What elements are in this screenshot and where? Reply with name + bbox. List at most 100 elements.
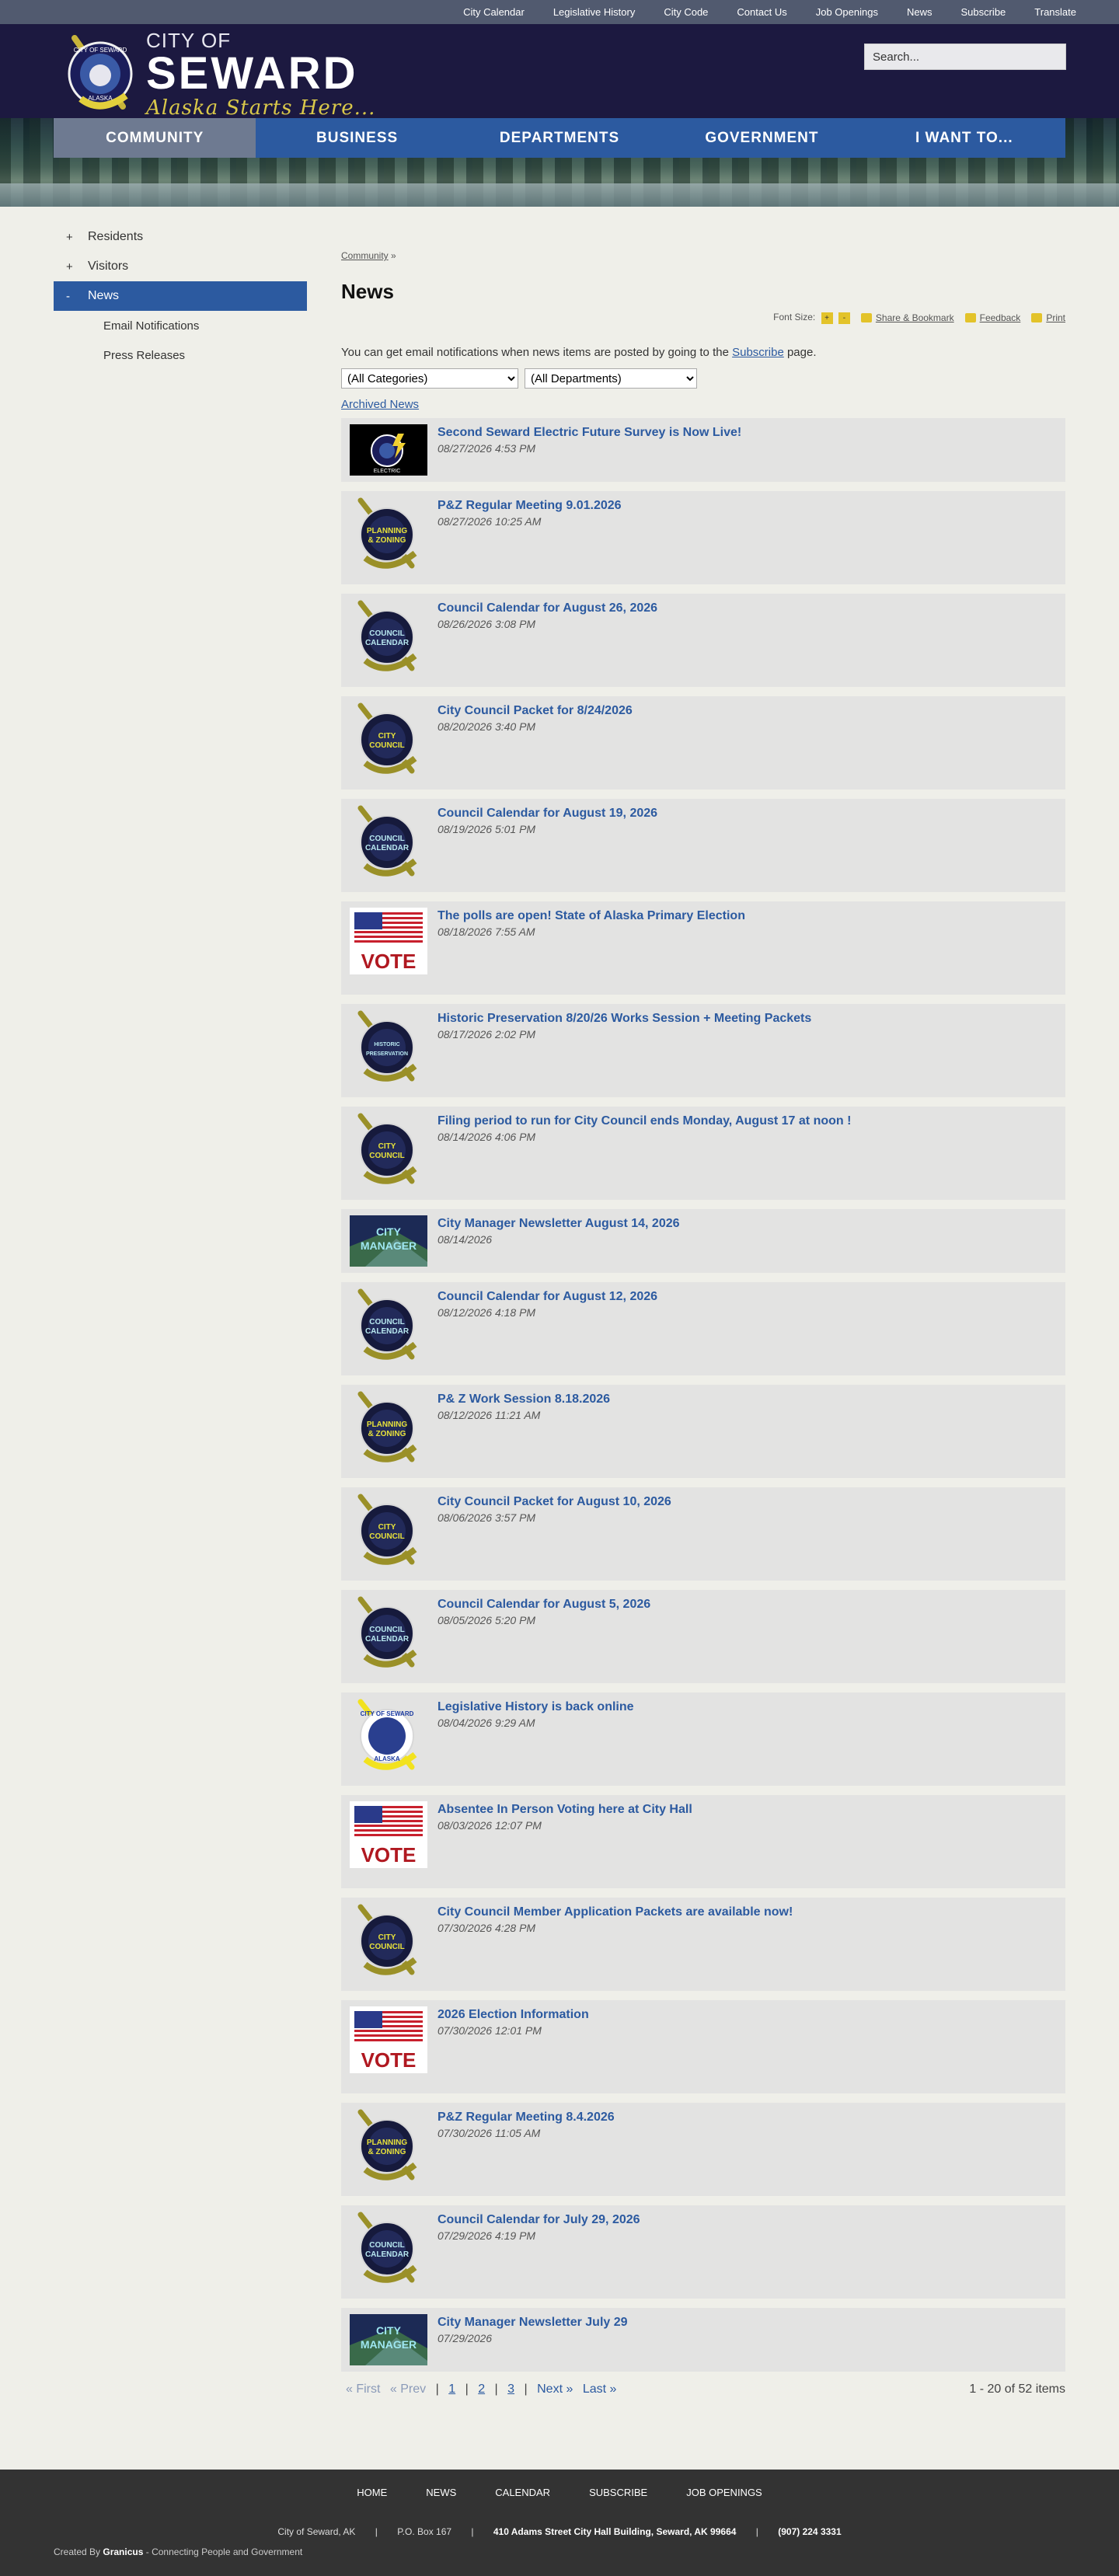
news-item[interactable]: COUNCIL CALENDAR Council Calendar for Augu… [341, 594, 1065, 687]
pager-last[interactable]: Last » [583, 2383, 617, 2396]
utility-link[interactable]: City Calendar [463, 6, 525, 18]
footer-link[interactable]: SUBSCRIBE [589, 2487, 647, 2498]
subscribe-link[interactable]: Subscribe [732, 346, 784, 359]
news-title-link[interactable]: Council Calendar for August 12, 2026 [437, 1290, 657, 1304]
nav-item[interactable]: I WANT TO... [863, 118, 1066, 158]
nav-item[interactable]: BUSINESS [256, 118, 458, 158]
utility-link[interactable]: Legislative History [553, 6, 636, 18]
news-item[interactable]: CITY MANAGER City Manager Newsletter Augus… [341, 1209, 1065, 1273]
news-thumbnail[interactable]: COUNCIL CALENDAR [349, 600, 428, 671]
news-title-link[interactable]: Council Calendar for August 19, 2026 [437, 807, 657, 821]
sidebar-subitem[interactable]: Email Notifications [54, 311, 307, 340]
search-input[interactable]: Search... [864, 44, 1066, 70]
news-item[interactable]: CITY OF SEWARD ALASKA Legislative History … [341, 1692, 1065, 1786]
news-title-link[interactable]: City Council Member Application Packets … [437, 1905, 793, 1919]
news-thumbnail[interactable]: VOTE [349, 1801, 428, 1868]
utility-link[interactable]: Translate [1034, 6, 1076, 18]
collapse-icon[interactable]: - [66, 290, 88, 303]
news-item[interactable]: CITY COUNCIL City Council Packet for Augus… [341, 1487, 1065, 1581]
news-title-link[interactable]: City Council Packet for 8/24/2026 [437, 704, 633, 718]
pager-page-2[interactable]: 2 [478, 2383, 485, 2396]
news-title-link[interactable]: City Council Packet for August 10, 2026 [437, 1495, 671, 1509]
pager-first[interactable]: « First [346, 2383, 380, 2396]
news-title-link[interactable]: The polls are open! State of Alaska Prim… [437, 909, 745, 923]
news-item[interactable]: VOTE Absentee In Person Voting here at Ci… [341, 1795, 1065, 1888]
news-item[interactable]: COUNCIL CALENDAR Council Calendar for Augu… [341, 799, 1065, 892]
utility-link[interactable]: News [907, 6, 932, 18]
news-title-link[interactable]: City Manager Newsletter July 29 [437, 2316, 628, 2330]
news-thumbnail[interactable]: PLANNING & ZONING [349, 497, 428, 569]
font-decrease-button[interactable]: - [838, 312, 850, 324]
news-title-link[interactable]: Legislative History is back online [437, 1700, 634, 1714]
nav-item[interactable]: GOVERNMENT [661, 118, 863, 158]
news-title-link[interactable]: Absentee In Person Voting here at City H… [437, 1803, 692, 1817]
print-link[interactable]: Print [1031, 312, 1065, 323]
footer-link[interactable]: CALENDAR [495, 2487, 550, 2498]
feedback-link[interactable]: Feedback [964, 312, 1020, 323]
font-increase-button[interactable]: + [821, 312, 833, 324]
sidebar-item[interactable]: + Residents [54, 222, 307, 252]
footer-link[interactable]: NEWS [426, 2487, 456, 2498]
news-thumbnail[interactable]: COUNCIL CALENDAR [349, 1596, 428, 1668]
news-title-link[interactable]: P&Z Regular Meeting 8.4.2026 [437, 2111, 615, 2125]
nav-item[interactable]: COMMUNITY [54, 118, 256, 158]
pager-prev[interactable]: « Prev [390, 2383, 426, 2396]
news-thumbnail[interactable]: PLANNING & ZONING [349, 1391, 428, 1462]
city-seal-logo[interactable]: CITY OF SEWARD ALASKA [58, 30, 143, 116]
news-title-link[interactable]: P&Z Regular Meeting 9.01.2026 [437, 499, 622, 513]
pager-page-3[interactable]: 3 [507, 2383, 514, 2396]
news-item[interactable]: PLANNING & ZONING P&Z Regular Meeting 9.01… [341, 491, 1065, 584]
news-title-link[interactable]: Council Calendar for August 26, 2026 [437, 601, 657, 615]
news-thumbnail[interactable]: CITY COUNCIL [349, 1494, 428, 1565]
news-item[interactable]: PLANNING & ZONING P&Z Regular Meeting 8.4.… [341, 2103, 1065, 2196]
news-item[interactable]: PLANNING & ZONING P& Z Work Session 8.18.2… [341, 1385, 1065, 1478]
news-item[interactable]: COUNCIL CALENDAR Council Calendar for Augu… [341, 1590, 1065, 1683]
share-bookmark-link[interactable]: Share & Bookmark [860, 312, 954, 323]
news-thumbnail[interactable]: CITY COUNCIL [349, 702, 428, 774]
news-title-link[interactable]: Second Seward Electric Future Survey is … [437, 426, 741, 440]
news-thumbnail[interactable]: ELECTRIC [349, 424, 428, 480]
news-title-link[interactable]: City Manager Newsletter August 14, 2026 [437, 1217, 680, 1231]
utility-link[interactable]: Contact Us [737, 6, 786, 18]
news-thumbnail[interactable]: CITY OF SEWARD ALASKA [349, 1699, 428, 1770]
expand-icon[interactable]: + [66, 231, 88, 244]
news-item[interactable]: VOTE 2026 Election Information 07/30/2026 … [341, 2000, 1065, 2093]
news-title-link[interactable]: 2026 Election Information [437, 2008, 589, 2022]
news-title-link[interactable]: Filing period to run for City Council en… [437, 1114, 851, 1128]
news-thumbnail[interactable]: COUNCIL CALENDAR [349, 805, 428, 877]
utility-link[interactable]: City Code [664, 6, 708, 18]
footer-phone[interactable]: (907) 224 3331 [778, 2526, 841, 2537]
news-item[interactable]: CITY COUNCIL Filing period to run for City… [341, 1107, 1065, 1200]
nav-item[interactable]: DEPARTMENTS [458, 118, 661, 158]
department-select[interactable]: (All Departments) [525, 368, 697, 389]
sidebar-item[interactable]: + Visitors [54, 252, 307, 281]
news-thumbnail[interactable]: HISTORIC PRESERVATION [349, 1010, 428, 1082]
news-title-link[interactable]: P& Z Work Session 8.18.2026 [437, 1393, 610, 1407]
news-thumbnail[interactable]: PLANNING & ZONING [349, 2109, 428, 2180]
breadcrumb-community[interactable]: Community [341, 250, 389, 261]
archived-news-link[interactable]: Archived News [341, 398, 419, 411]
news-item[interactable]: COUNCIL CALENDAR Council Calendar for July… [341, 2205, 1065, 2299]
news-item[interactable]: ELECTRIC Second Seward Electric Future Su… [341, 418, 1065, 482]
granicus-link[interactable]: Granicus [103, 2546, 143, 2557]
news-thumbnail[interactable]: VOTE [349, 2006, 428, 2073]
news-thumbnail[interactable]: VOTE [349, 908, 428, 974]
pager-next[interactable]: Next » [537, 2383, 573, 2396]
news-item[interactable]: VOTE The polls are open! State of Alaska … [341, 901, 1065, 995]
news-item[interactable]: CITY COUNCIL City Council Member Applicati… [341, 1898, 1065, 1991]
footer-link[interactable]: JOB OPENINGS [686, 2487, 762, 2498]
news-thumbnail[interactable]: CITY COUNCIL [349, 1113, 428, 1184]
pager-page-1[interactable]: 1 [448, 2383, 455, 2396]
sidebar-item[interactable]: - News [54, 281, 307, 311]
footer-link[interactable]: HOME [357, 2487, 387, 2498]
news-thumbnail[interactable]: COUNCIL CALENDAR [349, 1288, 428, 1360]
news-item[interactable]: HISTORIC PRESERVATION Historic Preservatio… [341, 1004, 1065, 1097]
news-title-link[interactable]: Council Calendar for July 29, 2026 [437, 2213, 640, 2227]
utility-link[interactable]: Job Openings [816, 6, 878, 18]
news-thumbnail[interactable]: CITY MANAGER [349, 2314, 428, 2370]
category-select[interactable]: (All Categories) [341, 368, 518, 389]
news-item[interactable]: COUNCIL CALENDAR Council Calendar for Augu… [341, 1282, 1065, 1375]
news-title-link[interactable]: Council Calendar for August 5, 2026 [437, 1598, 650, 1612]
news-thumbnail[interactable]: COUNCIL CALENDAR [349, 2212, 428, 2283]
news-thumbnail[interactable]: CITY MANAGER [349, 1215, 428, 1271]
